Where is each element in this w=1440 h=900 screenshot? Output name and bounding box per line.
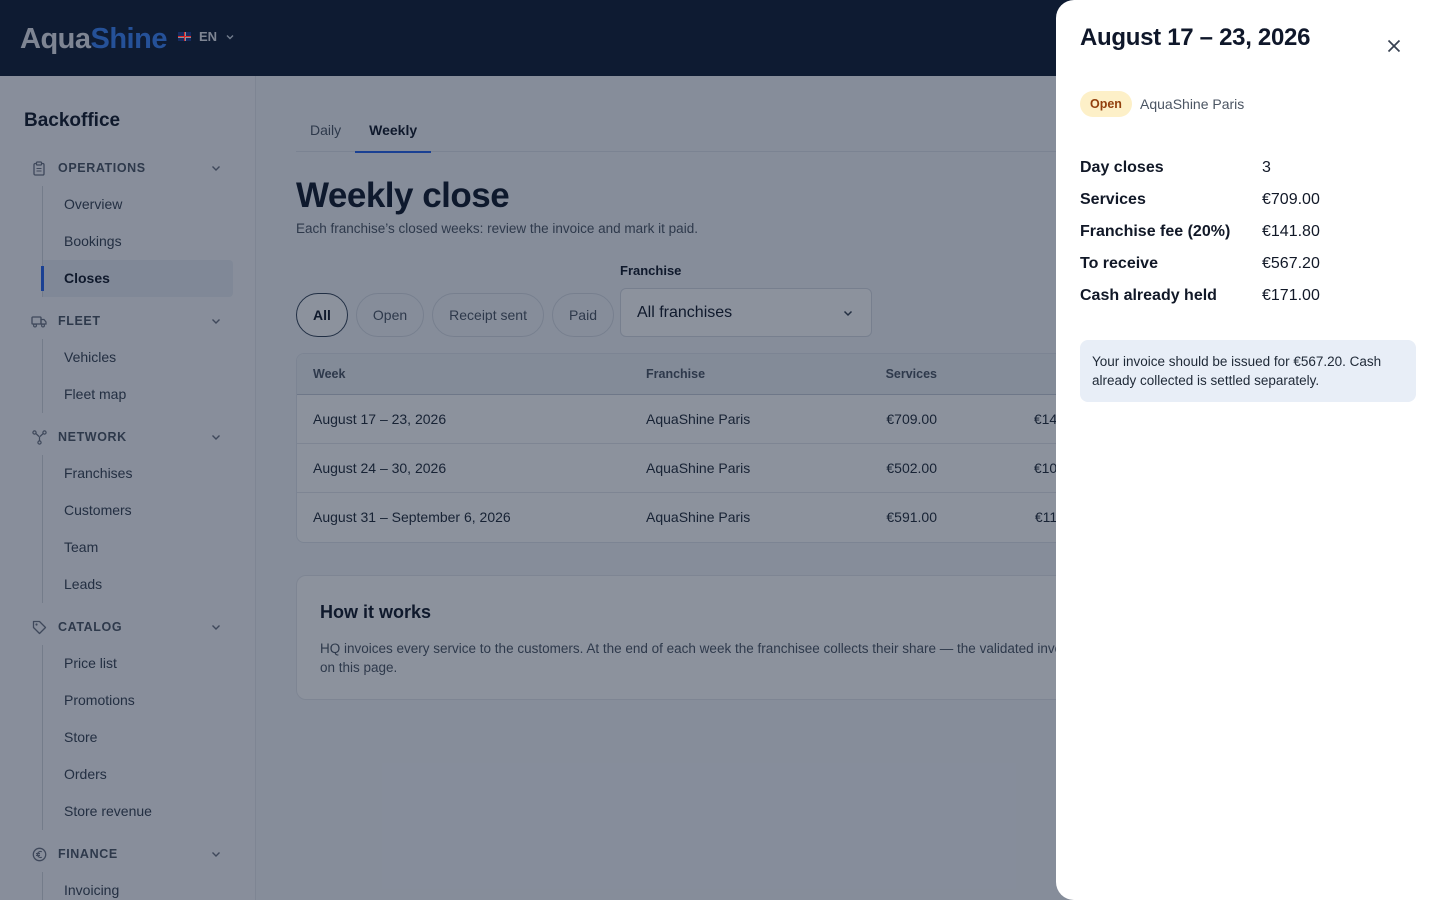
summary-value: €567.20	[1262, 255, 1320, 272]
status-badge: Open	[1080, 91, 1132, 117]
invoice-note: Your invoice should be issued for €567.2…	[1080, 340, 1416, 402]
close-icon	[1387, 39, 1401, 53]
week-detail-drawer: August 17 – 23, 2026 Open AquaShine Pari…	[1056, 0, 1440, 900]
summary-label: Cash already held	[1080, 287, 1217, 304]
drawer-franchise: AquaShine Paris	[1140, 96, 1245, 112]
summary-label: To receive	[1080, 255, 1158, 272]
summary-row-franchise-fee: Franchise fee (20%) €141.80	[1080, 216, 1420, 248]
summary-label: Services	[1080, 191, 1146, 208]
summary-value: €141.80	[1262, 223, 1320, 240]
summary-list: Day closes 3 Services €709.00 Franchise …	[1080, 152, 1420, 312]
summary-label: Day closes	[1080, 159, 1164, 176]
summary-row-services: Services €709.00	[1080, 184, 1420, 216]
summary-value: 3	[1262, 159, 1271, 176]
drawer-title: August 17 – 23, 2026	[1080, 24, 1311, 51]
summary-row-cash-held: Cash already held €171.00	[1080, 280, 1420, 312]
summary-value: €709.00	[1262, 191, 1320, 208]
summary-row-to-receive: To receive €567.20	[1080, 248, 1420, 280]
summary-label: Franchise fee (20%)	[1080, 223, 1231, 240]
close-button[interactable]	[1384, 36, 1404, 56]
summary-value: €171.00	[1262, 287, 1320, 304]
summary-row-day-closes: Day closes 3	[1080, 152, 1420, 184]
